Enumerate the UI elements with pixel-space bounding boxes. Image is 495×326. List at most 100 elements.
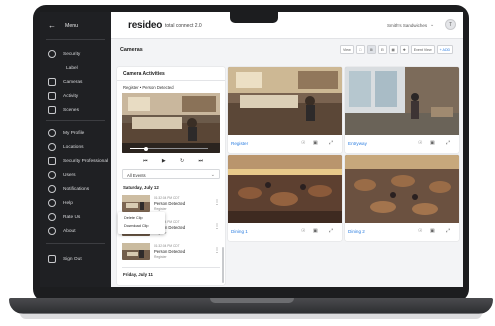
event-time: 01:32:04 PM CDT: [154, 196, 180, 200]
sidebar-item-label-sub[interactable]: Label: [40, 62, 111, 74]
sidebar-item-notifications[interactable]: Notifications: [40, 183, 111, 195]
eye-icon[interactable]: ☉: [418, 228, 422, 234]
camera-name[interactable]: Dining 2: [348, 229, 365, 234]
chevron-down-icon[interactable]: ⌄: [430, 22, 434, 28]
sidebar-item-label: Rate Us: [63, 214, 81, 220]
page-title: Cameras: [120, 47, 143, 53]
sidebar-item-rate-us[interactable]: Rate Us: [40, 211, 111, 223]
professional-icon: [48, 157, 56, 165]
play-icon[interactable]: ▶: [162, 157, 166, 165]
event-thumbnail: [122, 243, 150, 260]
scenes-icon: [48, 106, 56, 114]
camera-name[interactable]: Entryway: [348, 141, 367, 146]
expand-icon[interactable]: ⤢: [329, 140, 333, 146]
expand-icon[interactable]: ⤢: [446, 140, 450, 146]
video-icon[interactable]: ▣: [430, 228, 435, 234]
sidebar-item-cameras[interactable]: Cameras: [40, 76, 111, 88]
sidebar-item-users[interactable]: Users: [40, 169, 111, 181]
sign-out-icon: [48, 255, 56, 263]
video-icon[interactable]: ▣: [313, 140, 318, 146]
camera-activities-panel: Camera Activities Register • Person Dete…: [117, 67, 225, 285]
sidebar-item-label: Users: [63, 172, 76, 178]
eye-icon[interactable]: ☉: [301, 140, 305, 146]
more-options-icon[interactable]: ⋮: [214, 223, 220, 230]
sidebar-item-label: Label: [66, 65, 78, 71]
sidebar-item-label: Help: [63, 200, 73, 206]
expand-icon[interactable]: ⤢: [446, 228, 450, 234]
add-camera-button[interactable]: + ADD: [436, 45, 454, 54]
brand-logo[interactable]: resideo: [128, 20, 162, 31]
playback-handle[interactable]: [143, 146, 148, 151]
event-view-button[interactable]: Event View: [410, 45, 435, 54]
sidebar-item-sign-out[interactable]: Sign Out: [40, 253, 111, 265]
expand-icon[interactable]: ⤢: [329, 228, 333, 234]
day-divider: [122, 267, 220, 268]
users-icon: [48, 171, 56, 179]
camera-feed[interactable]: [228, 67, 342, 135]
shield-icon: [48, 50, 56, 58]
camera-feed[interactable]: [228, 155, 342, 223]
video-icon[interactable]: ▣: [313, 228, 318, 234]
rewind-icon[interactable]: ⏮: [143, 157, 148, 165]
sidebar-item-about[interactable]: About: [40, 225, 111, 237]
camera-feed[interactable]: [345, 67, 459, 135]
day-header: Saturday, July 12: [123, 185, 159, 190]
indent-icon: [48, 64, 56, 72]
grid-16-icon[interactable]: ▦: [388, 45, 398, 54]
menu-label: Menu: [65, 23, 78, 29]
chevron-down-icon: ⌄: [210, 171, 215, 178]
more-options-icon[interactable]: ⋮: [214, 199, 220, 206]
account-selector[interactable]: Smith's Sandwiches: [387, 23, 427, 28]
more-options-icon[interactable]: ⋮: [214, 247, 220, 254]
sidebar-divider: [46, 39, 105, 40]
sidebar-item-label: Security Professional: [63, 158, 109, 164]
view-toolbar: View □ ⊞ ⊟ ▦ ✚ Event View + ADD: [340, 45, 454, 54]
clip-player[interactable]: [122, 93, 220, 153]
sidebar-item-locations[interactable]: Locations: [40, 141, 111, 153]
activity-icon: [48, 92, 56, 100]
sidebar-divider: [46, 243, 105, 244]
eye-icon[interactable]: ☉: [418, 140, 422, 146]
delete-clip-menu-item[interactable]: Delete Clip: [124, 216, 143, 220]
event-thumbnail: [122, 195, 150, 212]
pan-icon[interactable]: ✚: [399, 45, 409, 54]
back-arrow-icon[interactable]: ←: [47, 21, 57, 31]
camera-feed[interactable]: [345, 155, 459, 223]
app-screen: ← Menu Security Label Cameras Activity S…: [40, 12, 463, 287]
avatar[interactable]: T: [445, 19, 456, 30]
sidebar-item-my-profile[interactable]: My Profile: [40, 127, 111, 139]
profile-icon: [48, 129, 56, 137]
sidebar-item-activity[interactable]: Activity: [40, 90, 111, 102]
event-filter-select[interactable]: All Events ⌄: [122, 169, 220, 179]
event-list-item[interactable]: 01:32:04 PM CDT Person Detected Register…: [122, 241, 220, 263]
menu-toggle[interactable]: ← Menu: [40, 19, 111, 33]
clip-title: Register • Person Detected: [123, 85, 174, 90]
grid-1-icon[interactable]: □: [355, 45, 365, 54]
camera-icon: [48, 78, 56, 86]
video-icon[interactable]: ▣: [430, 140, 435, 146]
camera-tile[interactable]: Register ☉ ▣ ⤢: [228, 67, 342, 153]
download-clip-menu-item[interactable]: Download Clip: [124, 224, 148, 228]
sidebar-item-scenes[interactable]: Scenes: [40, 104, 111, 116]
camera-tile[interactable]: Dining 1 ☉ ▣ ⤢: [228, 155, 342, 241]
grid-9-icon[interactable]: ⊟: [377, 45, 387, 54]
laptop-mockup: ← Menu Security Label Cameras Activity S…: [0, 0, 495, 326]
bell-icon: [48, 185, 56, 193]
sidebar-item-label: My Profile: [63, 130, 85, 136]
fast-forward-icon[interactable]: ⏭: [198, 157, 203, 165]
camera-tile[interactable]: Dining 2 ☉ ▣ ⤢: [345, 155, 459, 241]
camera-name[interactable]: Dining 1: [231, 229, 248, 234]
grid-4-icon[interactable]: ⊞: [366, 45, 376, 54]
playback-controls: ⏮ ▶ ↻ ⏭: [143, 157, 203, 165]
sidebar-item-security[interactable]: Security: [40, 48, 111, 60]
clip-video-frame: [122, 93, 220, 153]
panel-scrollbar[interactable]: [222, 247, 224, 283]
sidebar-item-label: About: [63, 228, 76, 234]
camera-name[interactable]: Register: [231, 141, 248, 146]
camera-tile[interactable]: Entryway ☉ ▣ ⤢: [345, 67, 459, 153]
replay-icon[interactable]: ↻: [180, 157, 184, 165]
eye-icon[interactable]: ☉: [301, 228, 305, 234]
event-camera: Register: [154, 255, 167, 259]
sidebar-item-security-professional[interactable]: Security Professional: [40, 155, 111, 167]
sidebar-item-help[interactable]: Help: [40, 197, 111, 209]
